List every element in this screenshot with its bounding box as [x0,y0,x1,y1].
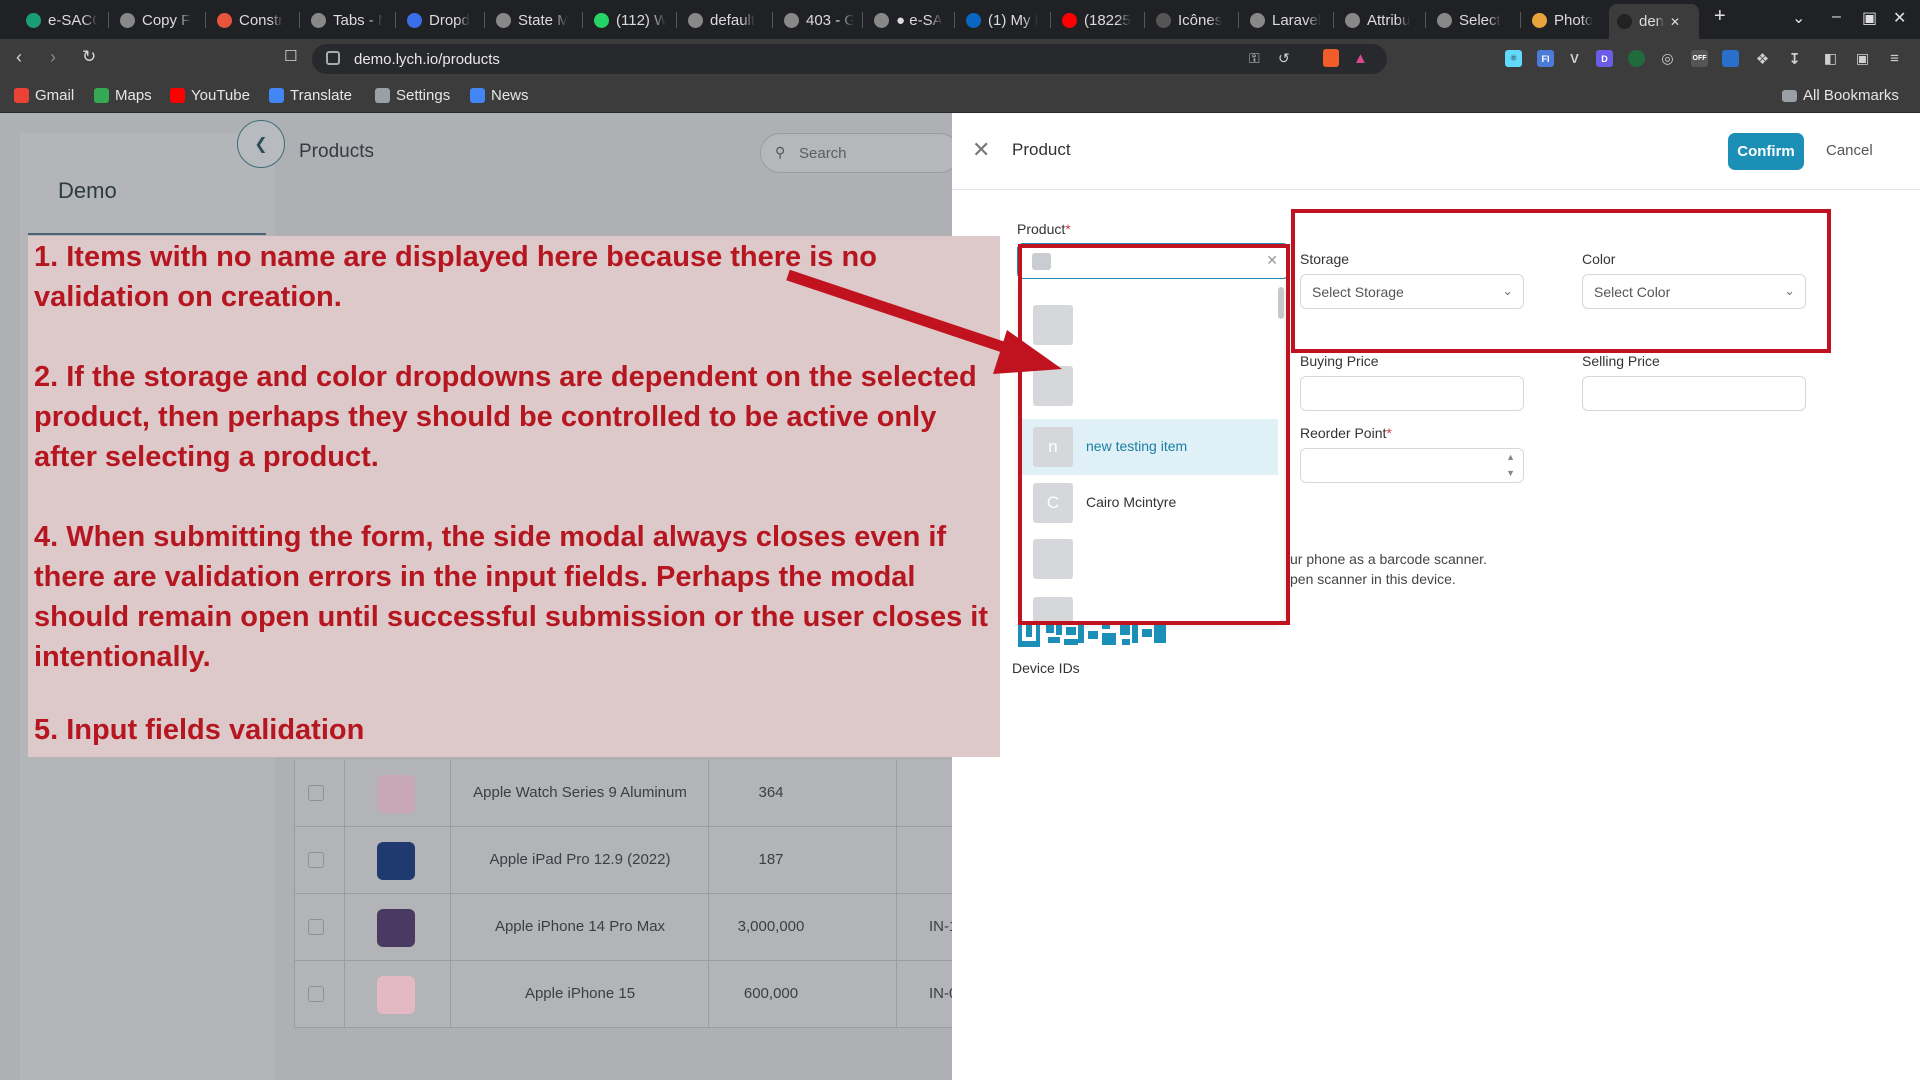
annotation-arrow [786,269,1062,374]
